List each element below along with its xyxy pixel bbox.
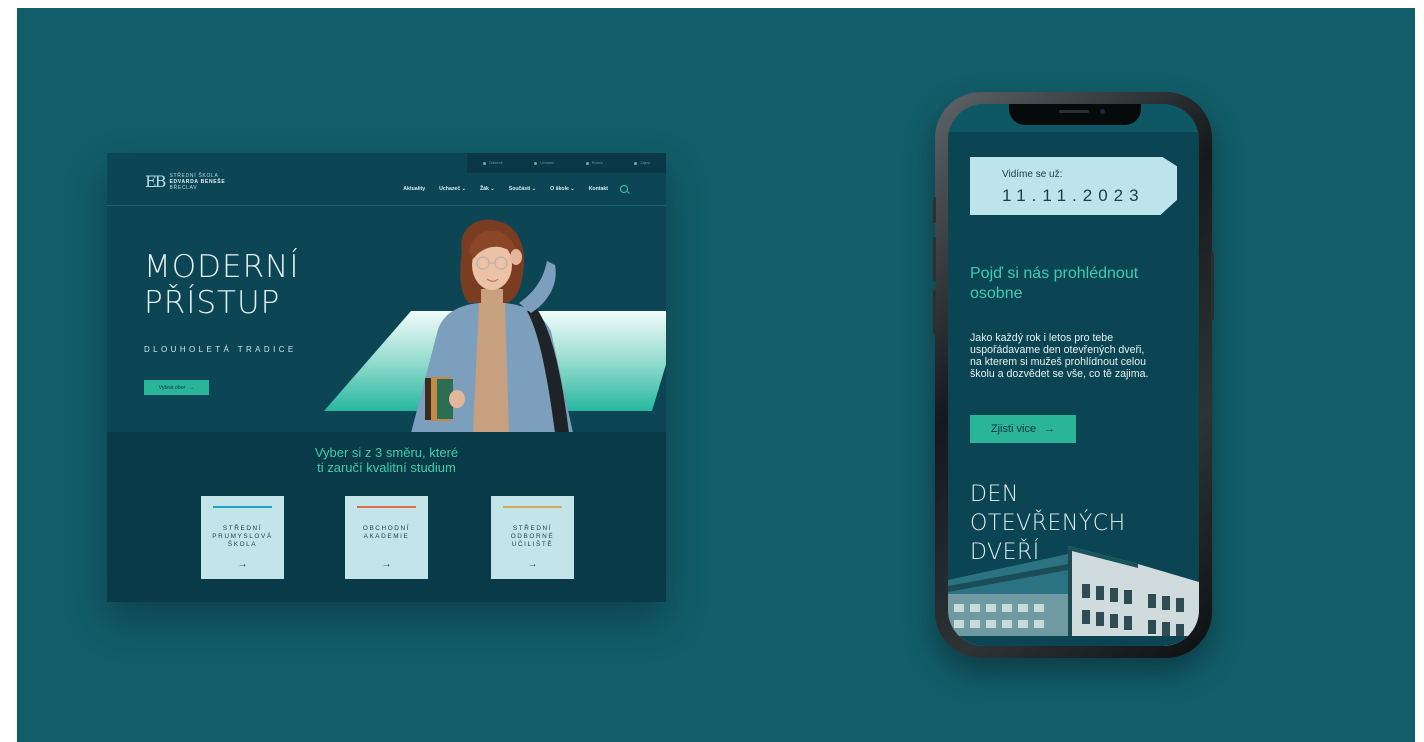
open-day-date-tab: Vidíme se už: 11.11.2023 — [970, 157, 1177, 215]
speaker-icon — [1059, 110, 1089, 113]
fields-section-title: Vyber si z 3 směru, které ti zaručí kval… — [314, 445, 459, 475]
desktop-website-mockup: Odborné Uchazeč Rodiče Zájmy EB STŘEDNÍ … — [107, 153, 666, 602]
phone-button — [933, 290, 936, 334]
arrow-right-icon: → — [381, 559, 392, 570]
open-day-heading: Pojď si nás prohlédnout osobne — [970, 265, 1139, 302]
phone-button — [933, 237, 936, 281]
field-color-stripe — [357, 506, 416, 508]
field-card-label: OBCHODNÍ AKADEMIE — [362, 525, 411, 540]
presentation-background: Odborné Uchazeč Rodiče Zájmy EB STŘEDNÍ … — [17, 8, 1415, 742]
open-day-title: DEN OTEVŘENÝCH DVEŘÍ — [970, 482, 1126, 565]
date-value: 11.11.2023 — [1002, 186, 1145, 205]
field-color-stripe — [503, 506, 562, 508]
phone-button — [933, 197, 936, 223]
field-card-obchodni-akademie[interactable]: OBCHODNÍ AKADEMIE → — [345, 496, 428, 579]
learn-more-button[interactable]: Zjisti vice → — [970, 415, 1076, 443]
field-card-label: STŘEDNÍ PRUMYSLOVÁ ŠKOLA — [212, 525, 273, 548]
field-card-label: STŘEDNÍ ODBORNÉ UČILIŠTĚ — [510, 525, 555, 548]
arrow-right-icon: → — [527, 559, 538, 570]
field-color-stripe — [213, 506, 272, 508]
hero-subtitle: DLOUHOLETÁ TRADICE — [144, 345, 297, 354]
date-label: Vidíme se už: — [1002, 169, 1063, 180]
phone-button — [1211, 252, 1214, 320]
phone-mockup: Vidíme se už: 11.11.2023 Pojď si nás pro… — [933, 92, 1214, 658]
arrow-right-icon: → — [237, 559, 248, 570]
choose-field-button[interactable]: Vybrat obor → — [144, 380, 209, 395]
arrow-right-icon: → — [1044, 423, 1056, 435]
camera-icon — [1100, 109, 1105, 114]
arrow-right-icon: → — [189, 384, 195, 391]
phone-screen: Vidíme se už: 11.11.2023 Pojď si nás pro… — [948, 104, 1199, 646]
field-card-odborne-uciliste[interactable]: STŘEDNÍ ODBORNÉ UČILIŠTĚ → — [491, 496, 574, 579]
phone-notch — [1009, 104, 1141, 125]
hero-title: MODERNÍ PŘÍSTUP — [144, 249, 300, 321]
field-card-prumyslova[interactable]: STŘEDNÍ PRUMYSLOVÁ ŠKOLA → — [201, 496, 284, 579]
open-day-description: Jako každý rok i letos pro tebe uspořáda… — [970, 332, 1149, 380]
